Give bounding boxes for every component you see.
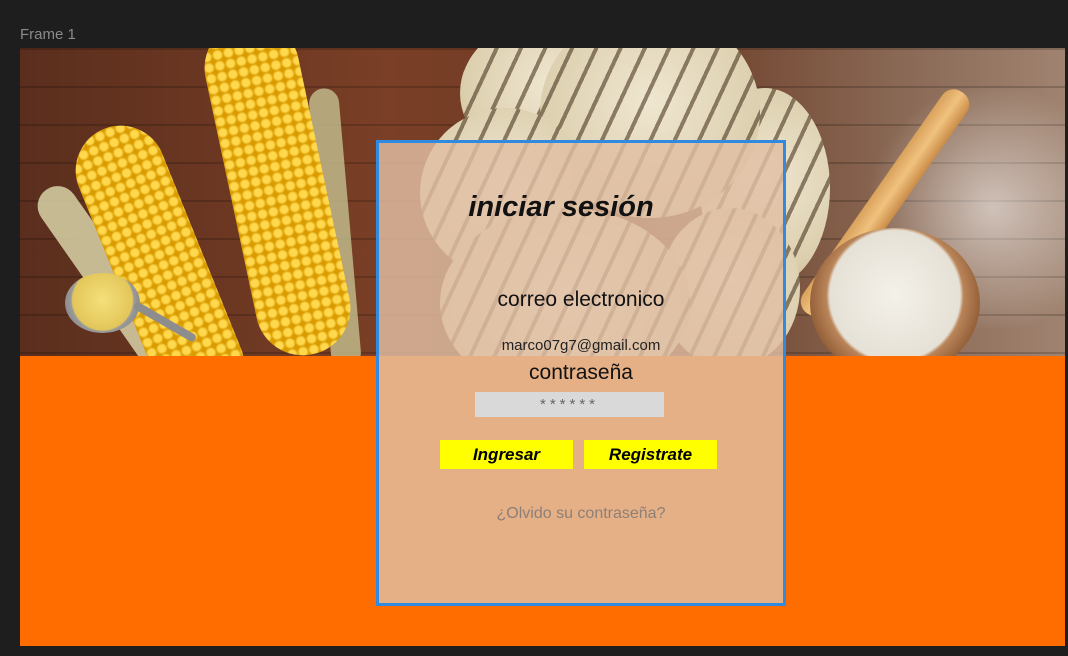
register-button[interactable]: Registrate xyxy=(584,440,717,469)
login-button[interactable]: Ingresar xyxy=(440,440,573,469)
frame-label: Frame 1 xyxy=(20,26,76,43)
login-panel: iniciar sesión correo electronico marco0… xyxy=(376,140,786,606)
login-title: iniciar sesión xyxy=(468,191,654,223)
email-label: correo electronico xyxy=(497,288,665,311)
email-field[interactable]: marco07g7@gmail.com xyxy=(379,337,783,354)
password-label: contraseña xyxy=(529,361,633,384)
spoon-image xyxy=(65,273,140,333)
password-field[interactable]: ****** xyxy=(475,392,664,417)
forgot-password-link[interactable]: ¿Olvido su contraseña? xyxy=(379,505,783,523)
